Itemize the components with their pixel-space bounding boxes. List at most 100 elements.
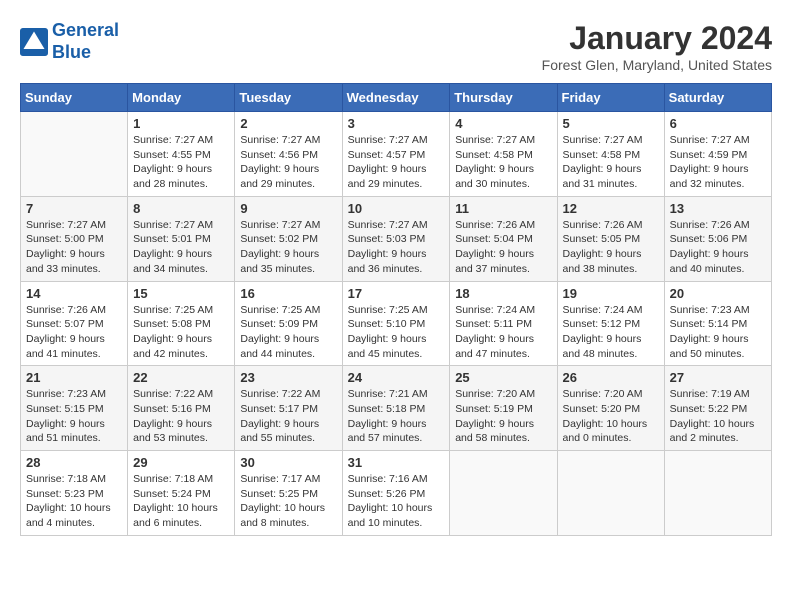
weekday-header: Friday: [557, 84, 664, 112]
calendar-cell: 19 Sunrise: 7:24 AMSunset: 5:12 PMDayligh…: [557, 281, 664, 366]
day-number: 21: [26, 370, 122, 385]
day-number: 4: [455, 116, 551, 131]
calendar-cell: 15Sunrise: 7:25 AMSunset: 5:08 PMDayligh…: [128, 281, 235, 366]
cell-info: Sunrise: 7:24 AMSunset: 5:12 PMDaylight:…: [563, 303, 659, 362]
weekday-header: Sunday: [21, 84, 128, 112]
calendar-cell: 12 Sunrise: 7:26 AMSunset: 5:05 PMDayligh…: [557, 196, 664, 281]
cell-info: Sunrise: 7:27 AMSunset: 5:01 PMDaylight:…: [133, 218, 229, 277]
cell-info: Sunrise: 7:27 AMSunset: 5:00 PMDaylight:…: [26, 218, 122, 277]
calendar-cell: 10Sunrise: 7:27 AMSunset: 5:03 PMDayligh…: [342, 196, 450, 281]
day-number: 28: [26, 455, 122, 470]
day-number: 24: [348, 370, 445, 385]
day-number: 25: [455, 370, 551, 385]
day-number: 22: [133, 370, 229, 385]
weekday-header: Saturday: [664, 84, 771, 112]
day-number: 10: [348, 201, 445, 216]
calendar-cell: 26 Sunrise: 7:20 AMSunset: 5:20 PMDayligh…: [557, 366, 664, 451]
calendar-cell: 3Sunrise: 7:27 AMSunset: 4:57 PMDaylight…: [342, 112, 450, 197]
day-number: 8: [133, 201, 229, 216]
day-number: 16: [240, 286, 336, 301]
calendar-cell: [664, 451, 771, 536]
logo-text: General Blue: [52, 20, 119, 63]
weekday-header: Thursday: [450, 84, 557, 112]
weekday-header: Wednesday: [342, 84, 450, 112]
day-number: 7: [26, 201, 122, 216]
cell-info: Sunrise: 7:18 AMSunset: 5:23 PMDaylight:…: [26, 472, 122, 531]
cell-info: Sunrise: 7:21 AMSunset: 5:18 PMDaylight:…: [348, 387, 445, 446]
cell-info: Sunrise: 7:27 AMSunset: 5:02 PMDaylight:…: [240, 218, 336, 277]
cell-info: Sunrise: 7:23 AMSunset: 5:14 PMDaylight:…: [670, 303, 766, 362]
day-number: 23: [240, 370, 336, 385]
cell-info: Sunrise: 7:20 AMSunset: 5:19 PMDaylight:…: [455, 387, 551, 446]
calendar-cell: 23 Sunrise: 7:22 AMSunset: 5:17 PMDayligh…: [235, 366, 342, 451]
cell-info: Sunrise: 7:27 AMSunset: 4:59 PMDaylight:…: [670, 133, 766, 192]
calendar-cell: 2 Sunrise: 7:27 AMSunset: 4:56 PMDaylight…: [235, 112, 342, 197]
calendar-header-row: SundayMondayTuesdayWednesdayThursdayFrid…: [21, 84, 772, 112]
day-number: 31: [348, 455, 445, 470]
logo-icon: [20, 28, 48, 56]
day-number: 20: [670, 286, 766, 301]
title-block: January 2024 Forest Glen, Maryland, Unit…: [542, 20, 772, 73]
calendar-week-row: 1Sunrise: 7:27 AMSunset: 4:55 PMDaylight…: [21, 112, 772, 197]
cell-info: Sunrise: 7:22 AMSunset: 5:17 PMDaylight:…: [240, 387, 336, 446]
day-number: 19: [563, 286, 659, 301]
day-number: 26: [563, 370, 659, 385]
calendar-cell: 22 Sunrise: 7:22 AMSunset: 5:16 PMDayligh…: [128, 366, 235, 451]
day-number: 11: [455, 201, 551, 216]
calendar-cell: 11 Sunrise: 7:26 AMSunset: 5:04 PMDayligh…: [450, 196, 557, 281]
day-number: 12: [563, 201, 659, 216]
calendar-cell: 27 Sunrise: 7:19 AMSunset: 5:22 PMDayligh…: [664, 366, 771, 451]
cell-info: Sunrise: 7:22 AMSunset: 5:16 PMDaylight:…: [133, 387, 229, 446]
day-number: 27: [670, 370, 766, 385]
calendar-cell: 13Sunrise: 7:26 AMSunset: 5:06 PMDayligh…: [664, 196, 771, 281]
weekday-header: Tuesday: [235, 84, 342, 112]
calendar-cell: 14Sunrise: 7:26 AMSunset: 5:07 PMDayligh…: [21, 281, 128, 366]
cell-info: Sunrise: 7:18 AMSunset: 5:24 PMDaylight:…: [133, 472, 229, 531]
cell-info: Sunrise: 7:26 AMSunset: 5:05 PMDaylight:…: [563, 218, 659, 277]
calendar-cell: 7 Sunrise: 7:27 AMSunset: 5:00 PMDaylight…: [21, 196, 128, 281]
page-header: General Blue January 2024 Forest Glen, M…: [20, 20, 772, 73]
cell-info: Sunrise: 7:17 AMSunset: 5:25 PMDaylight:…: [240, 472, 336, 531]
day-number: 18: [455, 286, 551, 301]
calendar-cell: 16 Sunrise: 7:25 AMSunset: 5:09 PMDayligh…: [235, 281, 342, 366]
cell-info: Sunrise: 7:26 AMSunset: 5:07 PMDaylight:…: [26, 303, 122, 362]
day-number: 17: [348, 286, 445, 301]
location: Forest Glen, Maryland, United States: [542, 57, 772, 73]
cell-info: Sunrise: 7:27 AMSunset: 4:55 PMDaylight:…: [133, 133, 229, 192]
cell-info: Sunrise: 7:27 AMSunset: 4:57 PMDaylight:…: [348, 133, 445, 192]
weekday-header: Monday: [128, 84, 235, 112]
calendar-week-row: 14Sunrise: 7:26 AMSunset: 5:07 PMDayligh…: [21, 281, 772, 366]
calendar-cell: 25 Sunrise: 7:20 AMSunset: 5:19 PMDayligh…: [450, 366, 557, 451]
calendar-body: 1Sunrise: 7:27 AMSunset: 4:55 PMDaylight…: [21, 112, 772, 536]
logo-line1: General: [52, 20, 119, 40]
logo: General Blue: [20, 20, 119, 63]
calendar-cell: 31 Sunrise: 7:16 AMSunset: 5:26 PMDayligh…: [342, 451, 450, 536]
calendar-cell: 30Sunrise: 7:17 AMSunset: 5:25 PMDayligh…: [235, 451, 342, 536]
calendar-cell: 28 Sunrise: 7:18 AMSunset: 5:23 PMDayligh…: [21, 451, 128, 536]
calendar-table: SundayMondayTuesdayWednesdayThursdayFrid…: [20, 83, 772, 536]
calendar-cell: 6Sunrise: 7:27 AMSunset: 4:59 PMDaylight…: [664, 112, 771, 197]
cell-info: Sunrise: 7:24 AMSunset: 5:11 PMDaylight:…: [455, 303, 551, 362]
calendar-cell: 24 Sunrise: 7:21 AMSunset: 5:18 PMDayligh…: [342, 366, 450, 451]
calendar-cell: 20 Sunrise: 7:23 AMSunset: 5:14 PMDayligh…: [664, 281, 771, 366]
cell-info: Sunrise: 7:25 AMSunset: 5:09 PMDaylight:…: [240, 303, 336, 362]
day-number: 5: [563, 116, 659, 131]
cell-info: Sunrise: 7:23 AMSunset: 5:15 PMDaylight:…: [26, 387, 122, 446]
calendar-cell: 1Sunrise: 7:27 AMSunset: 4:55 PMDaylight…: [128, 112, 235, 197]
day-number: 2: [240, 116, 336, 131]
cell-info: Sunrise: 7:27 AMSunset: 4:58 PMDaylight:…: [563, 133, 659, 192]
calendar-cell: [450, 451, 557, 536]
day-number: 15: [133, 286, 229, 301]
calendar-week-row: 28 Sunrise: 7:18 AMSunset: 5:23 PMDayligh…: [21, 451, 772, 536]
cell-info: Sunrise: 7:20 AMSunset: 5:20 PMDaylight:…: [563, 387, 659, 446]
calendar-cell: 29 Sunrise: 7:18 AMSunset: 5:24 PMDayligh…: [128, 451, 235, 536]
logo-line2: Blue: [52, 42, 91, 62]
cell-info: Sunrise: 7:16 AMSunset: 5:26 PMDaylight:…: [348, 472, 445, 531]
cell-info: Sunrise: 7:19 AMSunset: 5:22 PMDaylight:…: [670, 387, 766, 446]
cell-info: Sunrise: 7:27 AMSunset: 4:56 PMDaylight:…: [240, 133, 336, 192]
calendar-cell: 4Sunrise: 7:27 AMSunset: 4:58 PMDaylight…: [450, 112, 557, 197]
calendar-cell: 21 Sunrise: 7:23 AMSunset: 5:15 PMDayligh…: [21, 366, 128, 451]
cell-info: Sunrise: 7:26 AMSunset: 5:04 PMDaylight:…: [455, 218, 551, 277]
day-number: 29: [133, 455, 229, 470]
month-title: January 2024: [542, 20, 772, 57]
